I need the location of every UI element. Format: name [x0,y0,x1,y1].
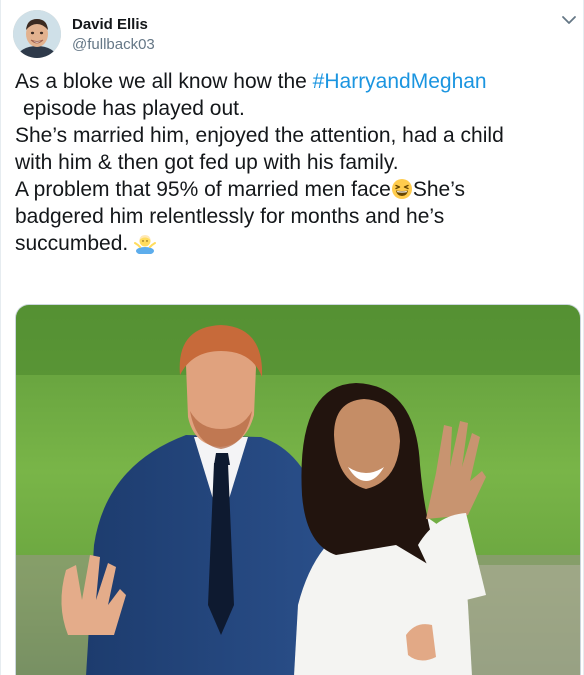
text-segment: succumbed. [15,232,129,255]
author-name[interactable]: David Ellis [72,16,148,34]
hashtag-link[interactable]: #HarryandMeghan [313,70,487,93]
tweet-card: David Ellis @fullback03 As a bloke we al… [0,0,584,675]
author-avatar[interactable] [13,10,61,58]
tweet-text-line-7: succumbed. [15,230,575,257]
text-segment: A problem that 95% of married men face [15,178,391,201]
tweet-text-line-2: episode has played out. [23,97,245,120]
tweet-text-line-5: A problem that 95% of married men face S… [15,176,575,203]
text-segment: As a bloke we all know how the [15,70,313,93]
tweet-text-line-3: She’s married him, enjoyed the attention… [15,124,504,147]
tweet-text-line-1: As a bloke we all know how the #Harryand… [15,68,575,95]
author-handle[interactable]: @fullback03 [72,36,155,54]
text-segment: She’s [412,178,466,201]
tweet-text-line-6: badgered him relentlessly for months and… [15,205,445,228]
shrug-emoji-icon [134,232,157,255]
laughing-emoji-icon [391,178,413,200]
chevron-down-icon[interactable] [559,10,579,30]
tweet-text-line-4: with him & then got fed up with his fami… [15,151,399,174]
tweet-photo[interactable] [15,304,581,675]
tweet-text: As a bloke we all know how the #Harryand… [15,68,575,257]
